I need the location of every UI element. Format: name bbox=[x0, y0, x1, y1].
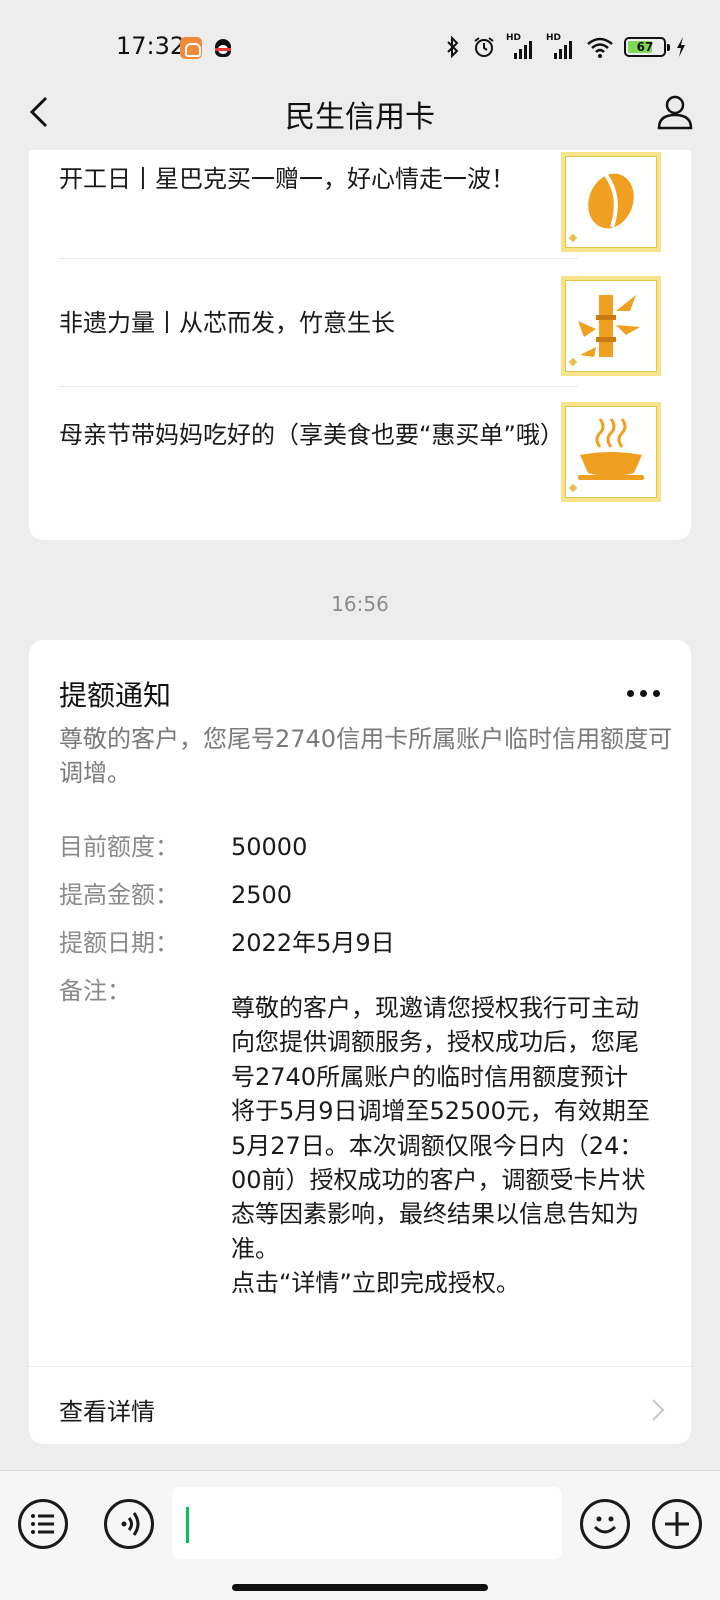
article-thumb-2[interactable] bbox=[561, 276, 661, 376]
smiley-icon bbox=[593, 1516, 617, 1534]
chevron-right-icon bbox=[649, 1396, 667, 1424]
article-item-1[interactable]: 开工日丨星巴克买一赠一，好心情走一波！ bbox=[59, 162, 555, 196]
voice-button[interactable] bbox=[104, 1499, 154, 1549]
health-app-icon bbox=[180, 37, 202, 59]
menu-button[interactable] bbox=[18, 1499, 68, 1549]
wifi-icon bbox=[586, 35, 614, 59]
article-list-card: 开工日丨星巴克买一赠一，好心情走一波！ 非遗力量丨从芯而发，竹意生长 母亲节带妈… bbox=[29, 110, 691, 540]
message-timestamp: 16:56 bbox=[331, 592, 389, 616]
home-indicator[interactable] bbox=[232, 1584, 488, 1591]
field-label-date: 提额日期： bbox=[59, 929, 179, 957]
page-title: 民生信用卡 bbox=[285, 100, 435, 135]
field-label-remark: 备注： bbox=[59, 977, 131, 1005]
notice-card[interactable]: 提额通知 尊敬的客户，您尾号2740信用卡所属账户临时信用额度可调增。 目前额度… bbox=[29, 640, 691, 1444]
notice-title: 提额通知 bbox=[59, 679, 172, 712]
bamboo-icon bbox=[578, 295, 640, 357]
status-time: 17:32 bbox=[116, 32, 186, 60]
field-value-current-limit: 50000 bbox=[231, 833, 308, 861]
text-caret bbox=[186, 1507, 189, 1543]
article-thumb-3[interactable] bbox=[561, 402, 661, 502]
field-value-date: 2022年5月9日 bbox=[231, 929, 395, 957]
signal-1-icon: HD bbox=[506, 33, 536, 59]
notice-summary: 尊敬的客户，您尾号2740信用卡所属账户临时信用额度可调增。 bbox=[59, 725, 673, 787]
message-input[interactable] bbox=[172, 1487, 562, 1559]
voice-icon bbox=[121, 1512, 140, 1536]
signal-2-icon: HD bbox=[546, 33, 576, 59]
list-menu-icon bbox=[31, 1514, 54, 1534]
battery-icon: 67 bbox=[624, 37, 670, 57]
article-item-3[interactable]: 母亲节带妈妈吃好的（享美食也要“惠买单”哦） bbox=[59, 418, 564, 452]
divider bbox=[58, 258, 578, 259]
chat-input-bar bbox=[0, 1470, 720, 1600]
battery-level: 67 bbox=[636, 40, 654, 54]
divider bbox=[29, 1366, 691, 1367]
add-button[interactable] bbox=[652, 1499, 702, 1549]
title-bar: 民生信用卡 bbox=[0, 76, 720, 150]
article-item-2[interactable]: 非遗力量丨从芯而发，竹意生长 bbox=[59, 306, 555, 340]
charging-icon bbox=[676, 35, 686, 59]
field-value-remark: 尊敬的客户，现邀请您授权我行可主动向您提供调额服务，授权成功后，您尾号2740所… bbox=[231, 991, 651, 1301]
article-thumb-1[interactable] bbox=[561, 152, 661, 252]
remark-text: 尊敬的客户，现邀请您授权我行可主动向您提供调额服务，授权成功后，您尾号2740所… bbox=[231, 994, 650, 1263]
profile-icon[interactable] bbox=[656, 93, 694, 131]
bluetooth-icon bbox=[444, 35, 462, 59]
remark-note: 点击“详情”立即完成授权。 bbox=[231, 1269, 520, 1298]
field-label-increase-amount: 提高金额： bbox=[59, 881, 179, 909]
plus-icon bbox=[665, 1512, 689, 1536]
emoji-button[interactable] bbox=[580, 1499, 630, 1549]
divider bbox=[58, 386, 578, 387]
field-label-current-limit: 目前额度： bbox=[59, 833, 179, 861]
more-options-icon[interactable] bbox=[627, 690, 661, 698]
coffee-bean-icon bbox=[588, 173, 634, 229]
status-icons: HD HD 67 bbox=[444, 32, 686, 62]
food-bowl-icon bbox=[578, 418, 644, 480]
field-value-increase-amount: 2500 bbox=[231, 881, 293, 909]
qq-icon bbox=[212, 37, 234, 59]
view-details-link[interactable]: 查看详情 bbox=[59, 1392, 155, 1427]
alarm-icon bbox=[472, 35, 496, 59]
